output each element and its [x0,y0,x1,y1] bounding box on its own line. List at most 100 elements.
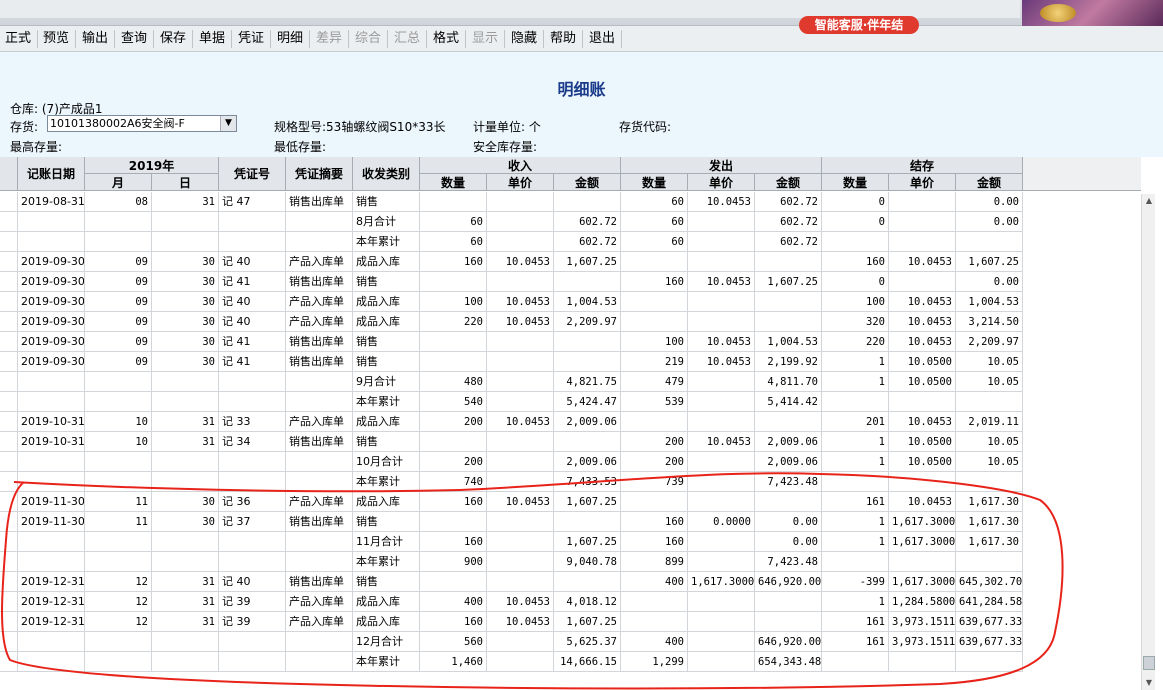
row-selector[interactable] [0,612,18,632]
toolbar-button[interactable]: 汇总 [392,29,422,49]
col-summary[interactable]: 凭证摘要 [286,157,353,191]
row-selector[interactable] [0,272,18,292]
col-date[interactable]: 记账日期 [18,157,85,191]
cell-outgo-price: 10.0453 [688,432,755,452]
row-selector[interactable] [0,432,18,452]
table-row[interactable]: 本年累计 1,460 14,666.15 1,299 654,343.48 [0,652,1141,672]
toolbar-button[interactable]: 预览 [41,29,71,49]
toolbar-button[interactable]: 显示 [470,29,500,49]
table-row[interactable]: 本年累计 900 9,040.78 899 7,423.48 [0,552,1141,572]
table-row[interactable]: 本年累计 60 602.72 60 602.72 [0,232,1141,252]
row-selector[interactable] [0,312,18,332]
toolbar-button[interactable]: 退出 [587,29,617,49]
table-row[interactable]: 2019-08-31 08 31 记 47 销售出库单 销售 60 10.0453 602.72… [0,192,1141,212]
col-year[interactable]: 2019年 [85,157,219,174]
row-selector[interactable] [0,352,18,372]
toolbar-button[interactable]: 保存 [158,29,188,49]
table-row[interactable]: 9月合计 480 4,821.75 479 4,811.70 1 10.0500 10.05 [0,372,1141,392]
row-selector[interactable] [0,392,18,412]
ledger-table: 记账日期 2019年 月 日 凭证号 凭证摘要 收发类别 收入 数量 单价 金额… [0,157,1141,690]
table-row[interactable]: 11月合计 160 1,607.25 160 0.00 1 1,617.3000 1,617.… [0,532,1141,552]
toolbar-button[interactable]: 单据 [197,29,227,49]
toolbar-button[interactable]: 帮助 [548,29,578,49]
row-selector[interactable] [0,512,18,532]
col-outgo-qty[interactable]: 数量 [621,174,688,191]
col-day[interactable]: 日 [152,174,219,191]
col-balance-qty[interactable]: 数量 [822,174,889,191]
toolbar-button[interactable]: 差异 [314,29,344,49]
table-row[interactable]: 2019-11-30 11 30 记 36 产品入库单 成品入库 160 10.0453 1,6… [0,492,1141,512]
table-row[interactable]: 2019-11-30 11 30 记 37 销售出库单 销售 160 0.0000 0.00 1 1… [0,512,1141,532]
col-outgo-price[interactable]: 单价 [688,174,755,191]
col-outgo-amount[interactable]: 金额 [755,174,822,191]
cell-date [18,232,85,252]
row-selector[interactable] [0,232,18,252]
col-month[interactable]: 月 [85,174,152,191]
row-selector[interactable] [0,252,18,272]
row-selector[interactable] [0,572,18,592]
col-income-price[interactable]: 单价 [487,174,554,191]
toolbar-button[interactable]: 综合 [353,29,383,49]
table-row[interactable]: 2019-10-31 10 31 记 33 产品入库单 成品入库 200 10.0453 2,0… [0,412,1141,432]
row-selector[interactable] [0,332,18,352]
toolbar-button[interactable]: 隐藏 [509,29,539,49]
cell-income-price: 10.0453 [487,412,554,432]
col-balance-price[interactable]: 单价 [889,174,956,191]
inventory-select[interactable]: 10101380002A6安全阀-F ▼ [47,115,237,132]
col-outgo[interactable]: 发出 [621,157,822,174]
scroll-thumb[interactable] [1143,656,1155,670]
row-selector[interactable] [0,372,18,392]
table-row[interactable]: 12月合计 560 5,625.37 400 646,920.00 161 3,973.15… [0,632,1141,652]
row-selector[interactable] [0,472,18,492]
row-selector[interactable] [0,552,18,572]
table-row[interactable]: 2019-09-30 09 30 记 41 销售出库单 销售 160 10.0453 1,607… [0,272,1141,292]
smart-service-badge[interactable]: 智能客服·伴年结 [799,16,919,34]
table-row[interactable]: 10月合计 200 2,009.06 200 2,009.06 1 10.0500 10.05 [0,452,1141,472]
col-income-amount[interactable]: 金额 [554,174,621,191]
table-row[interactable]: 2019-09-30 09 30 记 41 销售出库单 销售 219 10.0453 2,199… [0,352,1141,372]
scroll-down-arrow-icon[interactable]: ▼ [1142,676,1156,690]
table-row[interactable]: 2019-12-31 12 31 记 40 销售出库单 销售 400 1,617.3000 64… [0,572,1141,592]
row-selector[interactable] [0,412,18,432]
dropdown-arrow-icon[interactable]: ▼ [220,116,236,131]
row-selector[interactable] [0,192,18,212]
toolbar-button[interactable]: 正式 [3,29,33,49]
table-row[interactable]: 2019-12-31 12 31 记 39 产品入库单 成品入库 160 10.0453 1,6… [0,612,1141,632]
table-row[interactable]: 2019-09-30 09 30 记 41 销售出库单 销售 100 10.0453 1,004… [0,332,1141,352]
cell-income-price [487,352,554,372]
table-row[interactable]: 2019-09-30 09 30 记 40 产品入库单 成品入库 100 10.0453 1,0… [0,292,1141,312]
table-row[interactable]: 2019-09-30 09 30 记 40 产品入库单 成品入库 220 10.0453 2,2… [0,312,1141,332]
col-balance-amount[interactable]: 金额 [956,174,1023,191]
col-type[interactable]: 收发类别 [353,157,420,191]
cell-balance-amount: 1,607.25 [956,252,1023,272]
vertical-scrollbar[interactable]: ▲ ▼ [1141,194,1155,690]
col-income[interactable]: 收入 [420,157,621,174]
row-selector[interactable] [0,532,18,552]
toolbar-button[interactable]: 查询 [119,29,149,49]
row-selector[interactable] [0,652,18,672]
cell-balance-qty: 1 [822,592,889,612]
table-row[interactable]: 2019-09-30 09 30 记 40 产品入库单 成品入库 160 10.0453 1,6… [0,252,1141,272]
row-selector[interactable] [0,492,18,512]
promo-banner-image[interactable] [1022,0,1163,26]
table-row[interactable]: 本年累计 540 5,424.47 539 5,414.42 [0,392,1141,412]
col-balance[interactable]: 结存 [822,157,1023,174]
toolbar-button[interactable]: 明细 [275,29,305,49]
row-selector[interactable] [0,212,18,232]
table-row[interactable]: 8月合计 60 602.72 60 602.72 0 0.00 [0,212,1141,232]
cell-balance-price: 3,973.1511 [889,612,956,632]
toolbar-button[interactable]: 格式 [431,29,461,49]
row-selector[interactable] [0,292,18,312]
row-selector[interactable] [0,452,18,472]
toolbar-button[interactable]: 凭证 [236,29,266,49]
table-row[interactable]: 本年累计 740 7,433.53 739 7,423.48 [0,472,1141,492]
row-selector[interactable] [0,632,18,652]
table-row[interactable]: 2019-10-31 10 31 记 34 销售出库单 销售 200 10.0453 2,009… [0,432,1141,452]
table-row[interactable]: 2019-12-31 12 31 记 39 产品入库单 成品入库 400 10.0453 4,0… [0,592,1141,612]
col-income-qty[interactable]: 数量 [420,174,487,191]
toolbar-button[interactable]: 输出 [80,29,110,49]
row-selector[interactable] [0,592,18,612]
scroll-up-arrow-icon[interactable]: ▲ [1142,194,1156,208]
cell-balance-amount [956,652,1023,672]
col-voucher-no[interactable]: 凭证号 [219,157,286,191]
